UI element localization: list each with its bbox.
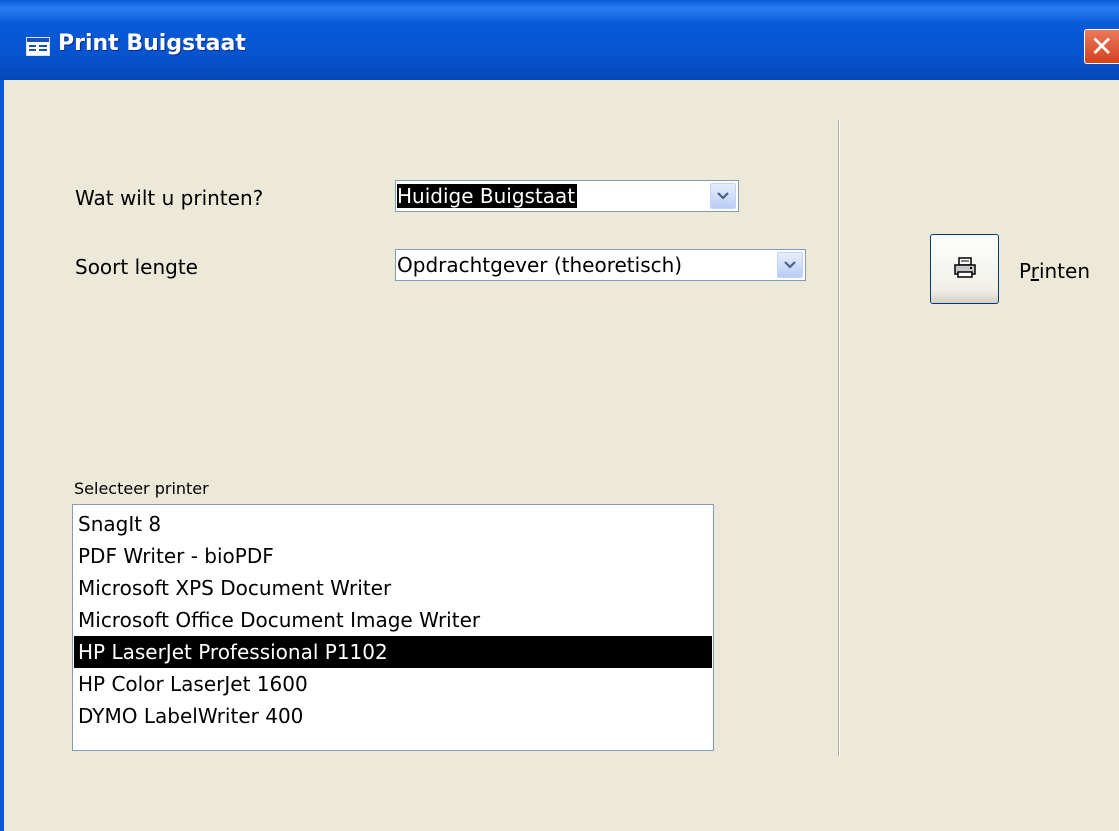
title-bar[interactable]: Print Buigstaat ✕ (0, 0, 1119, 80)
length-type-combo[interactable]: Opdrachtgever (theoretisch) (395, 249, 806, 281)
printer-list-item[interactable]: DYMO LabelWriter 400 (74, 700, 712, 732)
printer-list-item[interactable]: Microsoft Office Document Image Writer (74, 604, 712, 636)
form-icon (26, 37, 50, 56)
length-type-value: Opdrachtgever (theoretisch) (397, 253, 683, 277)
what-to-print-value: Huidige Buigstaat (397, 184, 578, 208)
printer-listbox[interactable]: SnagIt 8 PDF Writer - bioPDF Microsoft X… (72, 504, 714, 751)
close-icon: ✕ (1090, 30, 1114, 63)
dialog-window: Print Buigstaat ✕ Wat wilt u printen? Hu… (0, 0, 1119, 831)
printer-list-item[interactable]: PDF Writer - bioPDF (74, 540, 712, 572)
length-type-dropdown-button[interactable] (777, 252, 803, 278)
window-title: Print Buigstaat (58, 31, 246, 56)
printer-icon (954, 257, 976, 278)
print-button-label[interactable]: Printen (1019, 259, 1090, 283)
close-button[interactable]: ✕ (1084, 29, 1119, 64)
printer-list-item[interactable]: SnagIt 8 (74, 508, 712, 540)
length-type-label: Soort lengte (75, 255, 198, 279)
vertical-divider (838, 120, 840, 756)
what-to-print-label: Wat wilt u printen? (75, 186, 264, 210)
what-to-print-combo[interactable]: Huidige Buigstaat (395, 180, 739, 212)
printer-list-label: Selecteer printer (74, 479, 209, 498)
chevron-down-icon (784, 261, 796, 269)
printer-list-item[interactable]: Microsoft XPS Document Writer (74, 572, 712, 604)
printer-list-item-selected[interactable]: HP LaserJet Professional P1102 (74, 636, 712, 668)
printer-list-item[interactable]: HP Color LaserJet 1600 (74, 668, 712, 700)
print-button[interactable] (930, 234, 999, 304)
chevron-down-icon (717, 192, 729, 200)
what-to-print-dropdown-button[interactable] (710, 183, 736, 209)
